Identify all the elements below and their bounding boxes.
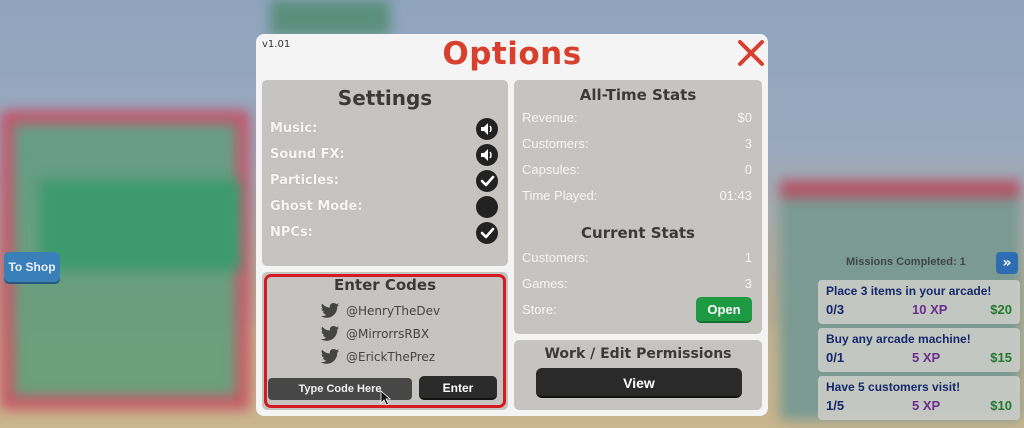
twitter-icon <box>320 326 340 341</box>
checkmark-icon[interactable] <box>476 170 498 192</box>
setting-label: Sound FX: <box>270 147 345 162</box>
store-open-button[interactable]: Open <box>696 297 752 323</box>
setting-label: Music: <box>270 121 318 136</box>
checkmark-icon[interactable] <box>476 222 498 244</box>
dialog-title: Options <box>442 36 582 72</box>
missions-header: Missions Completed: 1 » <box>818 252 1020 276</box>
view-permissions-button[interactable]: View <box>536 368 742 398</box>
options-dialog: v1.01 Options Settings Music: Sound FX: … <box>256 34 768 416</box>
mission-xp: 5 XP <box>912 398 941 413</box>
stat-row-games: Games: 3 <box>522 276 754 296</box>
stat-label: Games: <box>522 276 568 291</box>
mission-title: Have 5 customers visit! <box>826 380 961 394</box>
settings-title: Settings <box>337 86 433 110</box>
stat-label: Customers: <box>522 136 589 151</box>
background-counter <box>40 180 240 270</box>
mission-item: Buy any arcade machine! 0/1 5 XP $15 <box>818 328 1020 372</box>
mission-item: Place 3 items in your arcade! 0/3 10 XP … <box>818 280 1020 324</box>
setting-row-sound-fx: Sound FX: <box>270 144 500 168</box>
current-stats-title: Current Stats <box>581 224 695 242</box>
twitter-handle: @HenryTheDev <box>320 302 490 322</box>
enter-code-button[interactable]: Enter <box>419 376 497 400</box>
settings-panel: Settings Music: Sound FX: Particles: Gho… <box>262 80 508 266</box>
permissions-title: Work / Edit Permissions <box>544 346 732 362</box>
missions-completed-label: Missions Completed: 1 <box>846 256 966 268</box>
stat-row-capsules: Capsules: 0 <box>522 162 754 182</box>
setting-row-ghost-mode: Ghost Mode: <box>270 196 500 220</box>
stat-label: Capsules: <box>522 162 580 177</box>
mission-reward: $15 <box>990 350 1012 365</box>
to-shop-button[interactable]: To Shop <box>4 252 60 282</box>
mission-progress: 0/3 <box>826 302 845 317</box>
stat-value: 3 <box>744 136 752 151</box>
twitter-handle-text: @ErickThePrez <box>346 350 436 364</box>
permissions-panel: Work / Edit Permissions View <box>514 340 762 410</box>
codes-title: Enter Codes <box>333 276 437 294</box>
stat-row-revenue: Revenue: $0 <box>522 110 754 130</box>
setting-label: Particles: <box>270 173 339 188</box>
chevron-right-icon[interactable]: » <box>996 252 1018 274</box>
empty-toggle-icon[interactable] <box>476 196 498 218</box>
missions-panel: Missions Completed: 1 » Place 3 items in… <box>818 252 1020 422</box>
setting-row-particles: Particles: <box>270 170 500 194</box>
background-machine <box>270 0 390 35</box>
stat-value: 1 <box>744 250 752 265</box>
mission-progress: 0/1 <box>826 350 845 365</box>
setting-label: NPCs: <box>270 225 313 240</box>
all-time-stats-title: All-Time Stats <box>579 86 697 104</box>
mission-reward: $10 <box>990 398 1012 413</box>
setting-label: Ghost Mode: <box>270 199 363 214</box>
mission-item: Have 5 customers visit! 1/5 5 XP $10 <box>818 376 1020 420</box>
stat-row-current-customers: Customers: 1 <box>522 250 754 270</box>
stat-value: 3 <box>744 276 752 291</box>
mission-progress: 1/5 <box>826 398 845 413</box>
twitter-icon <box>320 303 340 318</box>
codes-panel: Enter Codes @HenryTheDev @MirrorrsRBX @E… <box>262 272 508 410</box>
stat-value: $0 <box>737 110 752 125</box>
stat-row-time-played: Time Played: 01:43 <box>522 188 754 208</box>
setting-row-npcs: NPCs: <box>270 222 500 246</box>
stat-row-customers: Customers: 3 <box>522 136 754 156</box>
setting-row-music: Music: <box>270 118 500 142</box>
stat-value: 01:43 <box>719 188 752 203</box>
mission-title: Buy any arcade machine! <box>826 332 971 346</box>
mission-xp: 5 XP <box>912 350 941 365</box>
stat-label: Store: <box>522 302 557 317</box>
twitter-icon <box>320 349 340 364</box>
twitter-handle: @MirrorrsRBX <box>320 325 490 345</box>
close-icon[interactable] <box>734 36 768 70</box>
stat-label: Time Played: <box>522 188 598 203</box>
twitter-handle: @ErickThePrez <box>320 348 490 368</box>
stat-label: Customers: <box>522 250 589 265</box>
speaker-icon[interactable] <box>476 144 498 166</box>
mission-reward: $20 <box>990 302 1012 317</box>
twitter-handle-text: @MirrorrsRBX <box>346 327 430 341</box>
speaker-icon[interactable] <box>476 118 498 140</box>
mission-title: Place 3 items in your arcade! <box>826 284 992 298</box>
twitter-handle-text: @HenryTheDev <box>346 304 441 318</box>
stat-value: 0 <box>744 162 752 177</box>
mission-xp: 10 XP <box>912 302 948 317</box>
stat-row-store: Store: Open <box>522 297 754 323</box>
stats-panel: All-Time Stats Revenue: $0 Customers: 3 … <box>514 80 762 334</box>
mouse-cursor-icon <box>380 390 392 406</box>
stat-label: Revenue: <box>522 110 578 125</box>
